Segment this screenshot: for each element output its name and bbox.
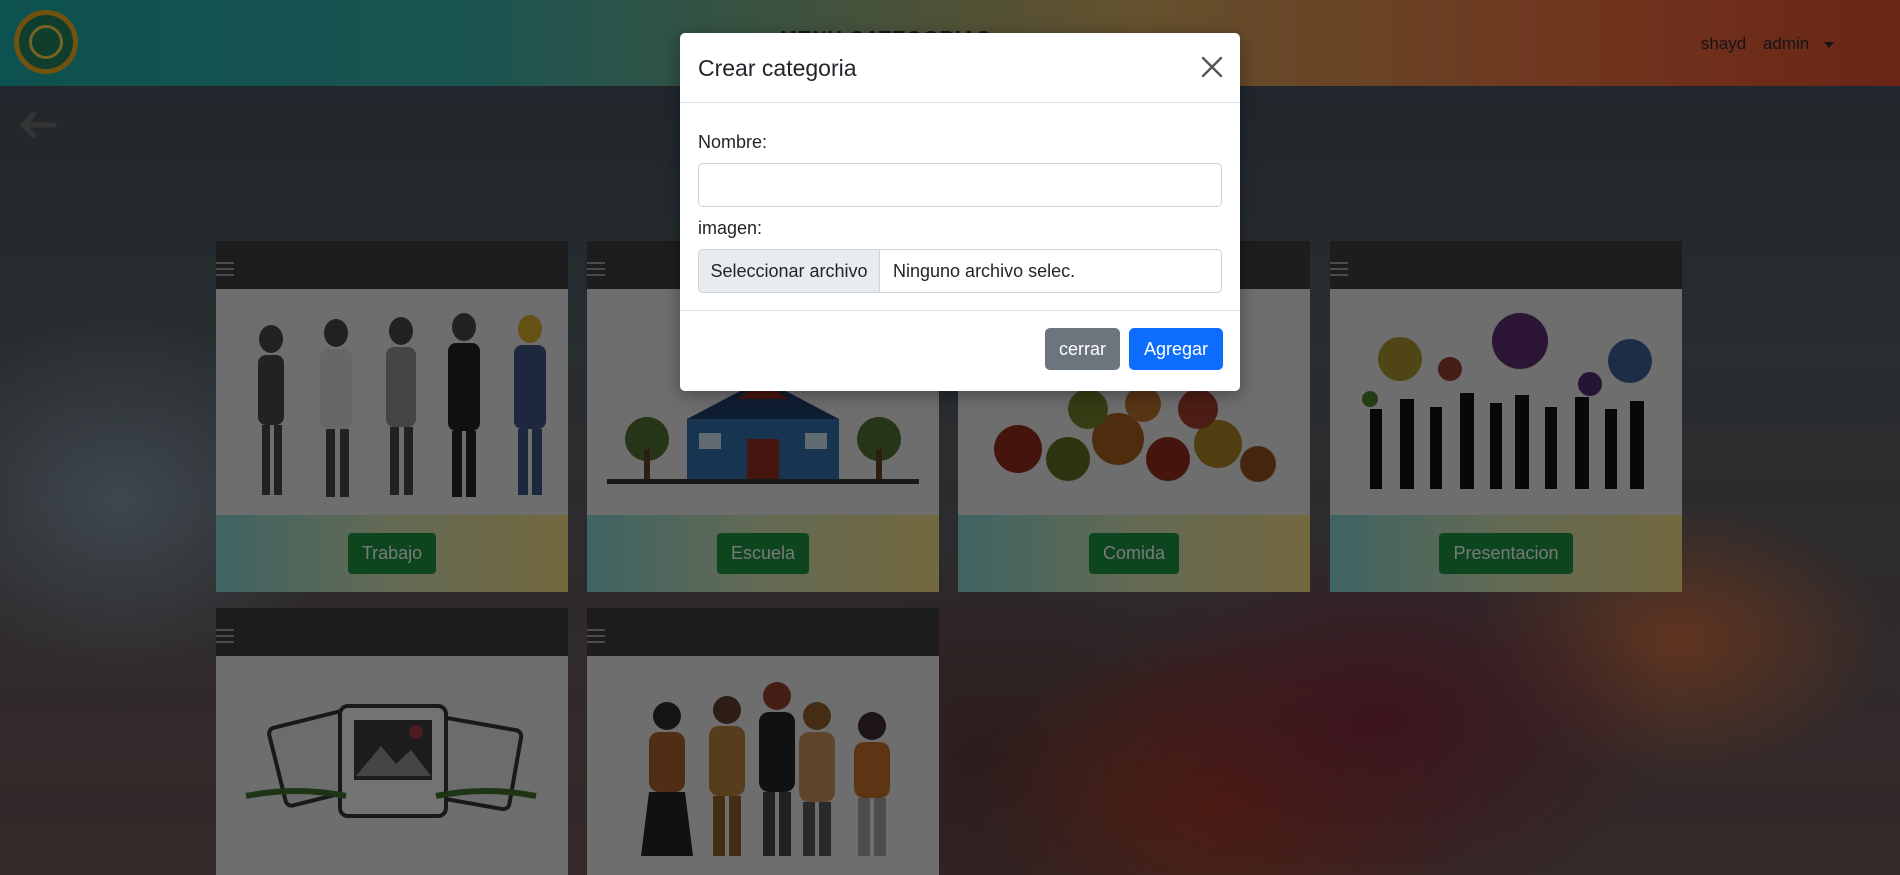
modal-body: Nombre: imagen: Seleccionar archivo Ning… bbox=[680, 103, 1240, 311]
close-button[interactable]: cerrar bbox=[1045, 328, 1120, 370]
modal-header: Crear categoria bbox=[680, 33, 1240, 103]
close-icon[interactable] bbox=[1198, 53, 1226, 81]
modal-footer: cerrar Agregar bbox=[680, 311, 1240, 391]
modal-title: Crear categoria bbox=[698, 55, 857, 81]
image-label: imagen: bbox=[698, 218, 763, 238]
add-button[interactable]: Agregar bbox=[1129, 328, 1223, 370]
choose-file-button[interactable]: Seleccionar archivo bbox=[699, 250, 880, 292]
name-input[interactable] bbox=[698, 163, 1222, 207]
file-input[interactable]: Seleccionar archivo Ninguno archivo sele… bbox=[698, 249, 1222, 293]
name-label: Nombre: bbox=[698, 132, 768, 152]
create-category-modal: Crear categoria Nombre: imagen: Seleccio… bbox=[680, 33, 1240, 391]
file-status: Ninguno archivo selec. bbox=[893, 260, 1076, 281]
